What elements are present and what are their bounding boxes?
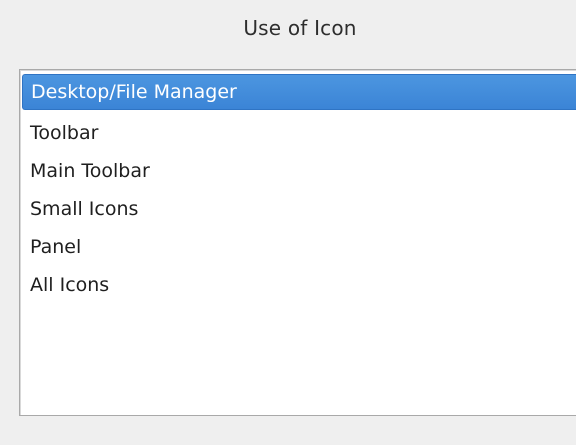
list-item-all-icons[interactable]: All Icons [22,266,576,304]
list-item-desktop-file-manager[interactable]: Desktop/File Manager [22,74,576,110]
list-item-panel[interactable]: Panel [22,228,576,266]
list-item-toolbar[interactable]: Toolbar [22,114,576,152]
icon-use-listbox[interactable]: Desktop/File Manager Toolbar Main Toolba… [19,69,576,416]
list-item-main-toolbar[interactable]: Main Toolbar [22,152,576,190]
icon-settings-panel: Use of Icon Desktop/File Manager Toolbar… [0,0,576,445]
list-item-small-icons[interactable]: Small Icons [22,190,576,228]
section-title: Use of Icon [243,16,357,40]
icon-use-list: Desktop/File Manager Toolbar Main Toolba… [20,70,576,304]
